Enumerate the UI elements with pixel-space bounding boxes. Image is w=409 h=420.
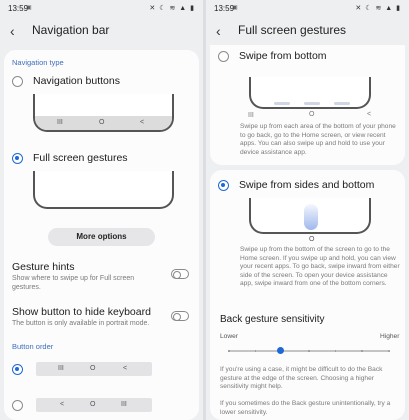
navigation-bar-screen: 13:59 ▣ ✕ ☾ ≋ ▲ ▮ ‹ Navigation bar Navig…: [0, 0, 203, 420]
home-icon: O: [99, 119, 105, 126]
radio-full-screen-gestures[interactable]: [12, 153, 23, 164]
back-icon: <: [123, 365, 128, 372]
settings-card: Navigation type Navigation buttons III O…: [4, 50, 199, 420]
recents-icon: III: [121, 401, 127, 408]
status-bar: 13:59 ▣ ✕ ☾ ≋ ▲ ▮: [0, 0, 203, 16]
hide-keyboard-toggle[interactable]: [171, 311, 189, 321]
button-order-option-1[interactable]: III O <: [36, 362, 152, 376]
gesture-handle-left: [274, 102, 290, 105]
back-arrow-icon[interactable]: ‹: [216, 22, 230, 40]
sensitivity-description-2: If you sometimes do the Back gesture uni…: [220, 400, 391, 416]
button-order-option-2[interactable]: < O III: [36, 398, 152, 412]
preview-back-icon: <: [367, 111, 372, 118]
swipe-from-bottom-card: Swipe from bottom III O < Swipe up from …: [210, 45, 405, 165]
home-icon: O: [90, 401, 96, 408]
home-icon: O: [90, 365, 96, 372]
status-bar: 13:59 ▣ ✕ ☾ ≋ ▲ ▮: [206, 0, 409, 16]
preview-nav-bar: III O <: [35, 116, 172, 130]
sensitivity-tick: [308, 350, 310, 352]
full-screen-gestures-screen: 13:59 ▣ ✕ ☾ ≋ ▲ ▮ ‹ Full screen gestures…: [206, 0, 409, 420]
sensitivity-description-1: If you're using a case, it might be diff…: [220, 366, 383, 391]
sensitivity-tick: [254, 350, 257, 352]
preview-recents-icon: III: [248, 112, 254, 119]
page-title: Navigation bar: [32, 23, 110, 37]
radio-navigation-buttons[interactable]: [12, 76, 23, 87]
app-bar: ‹ Full screen gestures: [206, 16, 409, 48]
recents-icon: III: [57, 119, 63, 126]
status-icons: ✕ ☾ ≋ ▲ ▮: [149, 5, 195, 12]
recents-icon: III: [58, 365, 64, 372]
swipe-from-bottom-preview: [249, 77, 371, 109]
app-bar: ‹ Navigation bar: [0, 16, 203, 48]
status-icons: ✕ ☾ ≋ ▲ ▮: [355, 5, 401, 12]
section-label-navigation-type: Navigation type: [12, 58, 64, 67]
page-title: Full screen gestures: [238, 23, 347, 37]
hide-keyboard-description: The button is only available in portrait…: [12, 320, 150, 327]
option-navigation-buttons-label[interactable]: Navigation buttons: [33, 75, 120, 87]
sensitivity-tick: [228, 350, 230, 352]
sensitivity-slider-thumb[interactable]: [277, 347, 285, 354]
gestures-preview: [33, 171, 174, 209]
sensitivity-tick: [334, 350, 337, 352]
swipe-from-bottom-description: Swipe up from each area of the bottom of…: [240, 123, 396, 156]
screen: 13:59 ▣ ✕ ☾ ≋ ▲ ▮ ‹ Navigation bar Navig…: [0, 0, 409, 420]
hide-keyboard-title[interactable]: Show button to hide keyboard: [12, 306, 151, 318]
sensitivity-lower-label: Lower: [220, 333, 238, 340]
radio-swipe-from-bottom[interactable]: [218, 51, 229, 62]
radio-button-order-1[interactable]: [12, 364, 23, 375]
sensitivity-tick: [361, 350, 363, 352]
preview-home-icon: O: [309, 236, 315, 243]
more-options-button[interactable]: More options: [48, 228, 155, 246]
option-full-screen-gestures-label[interactable]: Full screen gestures: [33, 152, 128, 164]
navigation-buttons-preview: III O <: [33, 94, 174, 132]
sensitivity-higher-label: Higher: [380, 333, 400, 340]
gesture-hints-description: Show where to swipe up for Full screen g…: [12, 275, 135, 291]
section-label-button-order: Button order: [12, 342, 54, 351]
preview-home-icon: O: [309, 111, 315, 118]
gesture-hints-toggle[interactable]: [171, 269, 189, 279]
gesture-handle-center: [304, 102, 320, 105]
swipe-from-sides-preview: [249, 198, 371, 234]
gesture-handle-right: [334, 102, 350, 105]
swipe-from-sides-card: Swipe from sides and bottom O Swipe up f…: [210, 170, 405, 420]
swipe-from-sides-title[interactable]: Swipe from sides and bottom: [239, 179, 374, 191]
back-icon: <: [60, 401, 65, 408]
back-icon: <: [140, 119, 145, 126]
sensitivity-tick: [388, 350, 390, 352]
gesture-hints-title[interactable]: Gesture hints: [12, 261, 74, 273]
notification-icon: ▣: [232, 5, 238, 11]
back-arrow-icon[interactable]: ‹: [10, 22, 24, 40]
radio-button-order-2[interactable]: [12, 400, 23, 411]
notification-icon: ▣: [26, 5, 32, 11]
radio-swipe-from-sides[interactable]: [218, 180, 229, 191]
swipe-from-bottom-title[interactable]: Swipe from bottom: [239, 50, 327, 62]
back-sensitivity-title: Back gesture sensitivity: [220, 314, 325, 325]
gesture-swipe-indicator: [304, 204, 318, 230]
swipe-from-sides-description: Swipe up from the bottom of the screen t…: [240, 246, 400, 288]
